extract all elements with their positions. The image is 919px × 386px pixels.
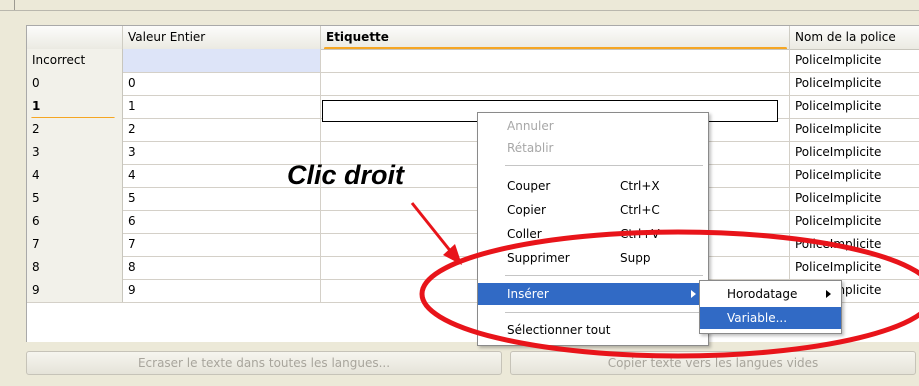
annotation-ellipse bbox=[419, 229, 919, 359]
annotation-arrow-line bbox=[410, 202, 454, 254]
annotation-overlay bbox=[410, 202, 919, 359]
